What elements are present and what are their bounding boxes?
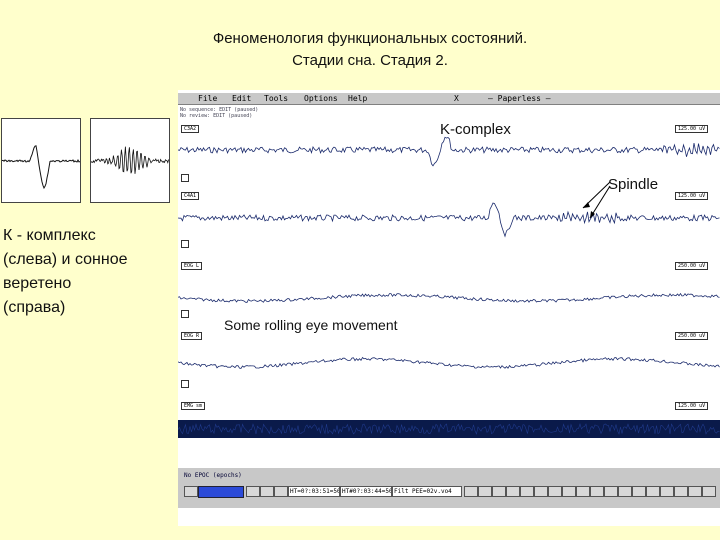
toolbar-button[interactable] [492,486,506,497]
caption-line-3: веретено [3,275,72,292]
scale-tag-1[interactable]: 125.00 uV [675,125,709,133]
toolbar-button[interactable] [562,486,576,497]
channel-tag-5[interactable]: EMG sm [181,402,206,410]
slide-caption: К - комплекс (слева) и сонное веретено (… [3,224,183,320]
toolbar-button[interactable] [478,486,492,497]
eeg-trace-c3a2 [178,136,720,167]
caption-line-4: (справа) [3,299,66,316]
slide-title-line-1: Феноменология функциональных состояний. [212,30,528,47]
emg-trace-band [178,420,720,438]
toolbar-button[interactable] [632,486,646,497]
bottom-message: No EPOC (epochs) [184,472,242,479]
channel-checkbox-2[interactable] [181,240,189,248]
toolbar-button[interactable] [274,486,288,497]
channel-checkbox-4[interactable] [181,380,189,388]
spindle-label: Spindle [608,176,659,193]
scale-tag-4[interactable]: 250.00 uV [675,332,709,340]
toolbar-button[interactable] [520,486,534,497]
channel-checkbox-3[interactable] [181,310,189,318]
toolbar-button[interactable] [506,486,520,497]
toolbar-button[interactable] [604,486,618,497]
caption-line-1: К - комплекс [3,227,96,244]
slide-title-line-2: Стадии сна. Стадия 2. [292,52,448,69]
k-complex-waveform-plot [2,145,80,190]
toolbar-button[interactable] [688,486,702,497]
toolbar-button[interactable] [660,486,674,497]
time-field-1[interactable]: HT=0?:03:51=508 [288,486,340,497]
eeg-viewer-window: File Edit Tools Options Help X — Paperle… [178,90,720,526]
k-complex-waveform-panel [1,118,81,203]
toolbar-button[interactable] [464,486,478,497]
active-toolbar-button[interactable] [198,486,244,498]
eeg-traces [178,136,720,438]
toolbar-button[interactable] [548,486,562,497]
spindle-waveform-plot [91,146,169,174]
channel-tag-2[interactable]: C4A1 [181,192,200,200]
slide-title: Феноменология функциональных состояний. … [110,28,630,72]
caption-line-2: (слева) и сонное [3,251,128,268]
filter-field[interactable]: Filt PEE=02v.vo4 [392,486,462,497]
eeg-trace-c4a1 [178,202,720,238]
eye-movement-label: Some rolling eye movement [224,317,398,333]
toolbar-button[interactable] [646,486,660,497]
toolbar-button[interactable] [534,486,548,497]
toolbar-button[interactable] [260,486,274,497]
channel-tag-4[interactable]: EOG R [181,332,203,340]
toolbar-button[interactable] [246,486,260,497]
spindle-waveform-panel [90,118,170,203]
channel-tag-3[interactable]: EOG L [181,262,203,270]
scale-tag-3[interactable]: 250.00 uV [675,262,709,270]
channel-tag-1[interactable]: C3A2 [181,125,200,133]
scale-tag-2[interactable]: 125.00 uV [675,192,709,200]
channel-checkbox-1[interactable] [181,174,189,182]
scale-tag-5[interactable]: 125.00 uV [675,402,709,410]
k-complex-label: K-complex [440,121,511,138]
eog-trace-left [178,292,720,303]
toolbar-button[interactable] [674,486,688,497]
toolbar-button[interactable] [590,486,604,497]
time-field-2[interactable]: HT#0?:03:44=508 [340,486,392,497]
toolbar-button[interactable] [184,486,198,497]
eog-trace-right [178,356,720,369]
toolbar-button[interactable] [618,486,632,497]
toolbar-button[interactable] [702,486,716,497]
bottom-toolbar: No EPOC (epochs) HT=0?:03:51=508 HT#0?:0… [178,468,720,508]
toolbar-button[interactable] [576,486,590,497]
